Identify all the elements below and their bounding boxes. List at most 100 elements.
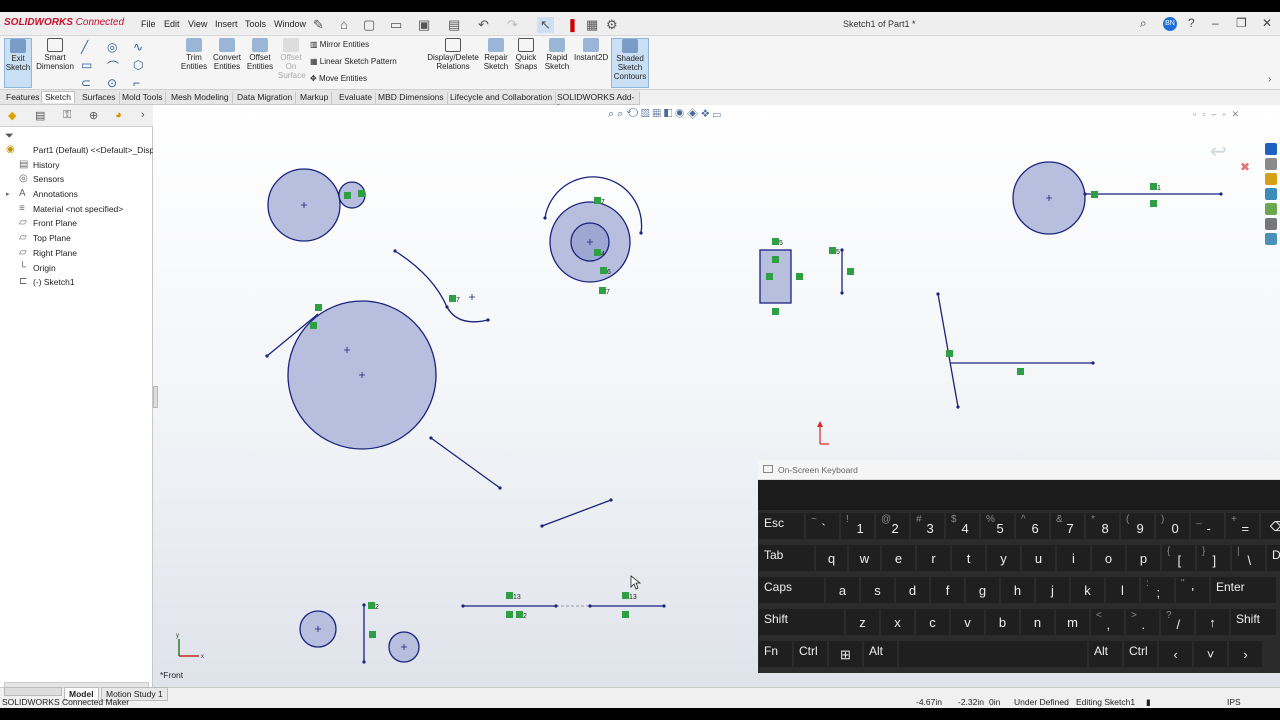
osk-key[interactable]: Ctrl	[1123, 640, 1158, 668]
feature-manager-icon[interactable]: ◆	[8, 109, 16, 122]
tree-item-sensors[interactable]: ◎ Sensors	[0, 172, 153, 187]
sketch-point[interactable]	[486, 318, 490, 322]
relation-marker[interactable]	[594, 197, 601, 204]
menu-tools[interactable]: Tools	[245, 19, 266, 29]
relation-marker[interactable]	[369, 631, 376, 638]
osk-key[interactable]: i	[1056, 544, 1091, 572]
tab-markup[interactable]: Markup	[297, 92, 333, 104]
view-palette-icon[interactable]	[1265, 188, 1277, 200]
fillet-icon[interactable]: ⌐	[133, 76, 140, 90]
property-manager-icon[interactable]: ▤	[35, 109, 45, 122]
tab-sketch[interactable]: Sketch	[41, 91, 75, 103]
relation-marker[interactable]	[772, 238, 779, 245]
osk-key[interactable]: Esc	[758, 512, 805, 540]
osk-key[interactable]: o	[1091, 544, 1126, 572]
solidworks-resources-icon[interactable]	[1265, 143, 1277, 155]
convert-entities-button[interactable]: Convert Entities	[211, 38, 243, 71]
tab-evaluate[interactable]: Evaluate	[336, 92, 377, 104]
sketch-point[interactable]	[609, 498, 613, 502]
relation-marker[interactable]	[368, 602, 375, 609]
osk-key[interactable]: l	[1105, 576, 1140, 604]
relation-marker[interactable]	[796, 273, 803, 280]
relation-marker[interactable]	[358, 190, 365, 197]
dimxpert-icon[interactable]: ⊕	[89, 109, 98, 122]
osk-key[interactable]: e	[881, 544, 916, 572]
tab-data-migration[interactable]: Data Migration	[234, 92, 297, 104]
sketch-point[interactable]	[265, 354, 269, 358]
view-settings-icon[interactable]: ▭	[713, 108, 724, 120]
osk-key[interactable]: >.	[1125, 608, 1160, 636]
relation-marker[interactable]	[766, 273, 773, 280]
restore-icon[interactable]: ❐	[1236, 16, 1247, 30]
osk-key[interactable]: j	[1035, 576, 1070, 604]
osk-key[interactable]: (9	[1120, 512, 1155, 540]
tree-item-sketch1[interactable]: ⊏ (-) Sketch1	[0, 275, 153, 290]
osk-key[interactable]: @2	[875, 512, 910, 540]
home-icon[interactable]: ⌂	[340, 17, 348, 32]
relation-marker[interactable]	[847, 268, 854, 275]
slot-icon[interactable]: ⊂	[81, 76, 91, 90]
tree-item-history[interactable]: ▤ History	[0, 158, 153, 173]
sketch-point[interactable]	[1083, 192, 1087, 196]
print-icon[interactable]: ▤	[448, 17, 460, 33]
relation-marker[interactable]	[829, 247, 836, 254]
relation-marker[interactable]	[449, 295, 456, 302]
osk-key[interactable]: n	[1020, 608, 1055, 636]
sketch-point[interactable]	[840, 291, 844, 295]
osk-key[interactable]: #3	[910, 512, 945, 540]
osk-key[interactable]: Alt	[1088, 640, 1123, 668]
relation-marker[interactable]	[622, 611, 629, 618]
save-icon[interactable]: ▣	[418, 17, 430, 33]
trim-entities-button[interactable]: Trim Entities	[180, 38, 208, 71]
osk-key[interactable]: <,	[1090, 608, 1125, 636]
line-icon[interactable]: ╱	[81, 40, 88, 54]
osk-key[interactable]: ‹	[1158, 640, 1193, 668]
menu-view[interactable]: View	[188, 19, 207, 29]
minimize-icon[interactable]: –	[1212, 16, 1219, 30]
status-units[interactable]: IPS	[1227, 697, 1241, 707]
display-delete-relations-button[interactable]: Display/Delete Relations	[426, 38, 480, 71]
osk-key[interactable]: z	[845, 608, 880, 636]
pin-icon[interactable]: ✎	[313, 17, 324, 33]
repair-sketch-button[interactable]: Repair Sketch	[483, 38, 509, 71]
shaded-sketch-contours-button[interactable]: Shaded Sketch Contours	[611, 38, 649, 88]
osk-key[interactable]: ~ `	[805, 512, 840, 540]
sketch-point[interactable]	[840, 248, 844, 252]
tree-item-front-plane[interactable]: ▱ Front Plane	[0, 216, 153, 231]
sketch-point[interactable]	[936, 292, 940, 296]
relation-marker[interactable]	[310, 322, 317, 329]
display-style-icon[interactable]: ◧	[664, 108, 675, 120]
display-manager-icon[interactable]: ◕	[115, 109, 122, 121]
sketch-point[interactable]	[1219, 192, 1223, 196]
relation-marker[interactable]	[772, 256, 779, 263]
osk-key[interactable]: ˅	[1193, 640, 1228, 668]
osk-key[interactable]: m	[1055, 608, 1090, 636]
menu-insert[interactable]: Insert	[215, 19, 238, 29]
tab-mbd-dimensions[interactable]: MBD Dimensions	[375, 92, 448, 104]
sketch-point[interactable]	[956, 405, 960, 409]
osk-key[interactable]: u	[1021, 544, 1056, 572]
zoom-area-icon[interactable]: ⌕	[617, 108, 626, 120]
relation-marker[interactable]	[1017, 368, 1024, 375]
view-orientation-icon[interactable]: ▦	[653, 108, 664, 120]
osk-key[interactable]: Shift	[1230, 608, 1277, 636]
tab-features[interactable]: Features	[3, 92, 44, 104]
relation-marker[interactable]	[622, 592, 629, 599]
osk-title-bar[interactable]: On-Screen Keyboard	[758, 460, 1280, 480]
tree-item-material[interactable]: ≡ Material <not specified>	[0, 202, 153, 217]
sketch-point[interactable]	[543, 216, 547, 220]
move-entities-button[interactable]: ✥ Move Entities	[310, 74, 367, 83]
osk-key[interactable]: }]	[1196, 544, 1231, 572]
options-icon[interactable]: ⚙	[606, 17, 618, 33]
osk-key[interactable]: ! 1	[840, 512, 875, 540]
linear-sketch-pattern-button[interactable]: ▦ Linear Sketch Pattern	[310, 57, 397, 66]
tree-item-top-plane[interactable]: ▱ Top Plane	[0, 231, 153, 246]
osk-key[interactable]: ⌫	[1260, 512, 1280, 540]
offset-entities-button[interactable]: Offset Entities	[245, 38, 275, 71]
rapid-sketch-button[interactable]: Rapid Sketch	[543, 38, 571, 71]
section-view-icon[interactable]: ▧	[641, 108, 652, 120]
user-avatar[interactable]: BN	[1163, 17, 1177, 31]
sketch-point[interactable]	[498, 486, 502, 490]
point-icon[interactable]: ⊙	[107, 76, 117, 90]
previous-view-icon[interactable]: ⟲	[626, 108, 641, 120]
